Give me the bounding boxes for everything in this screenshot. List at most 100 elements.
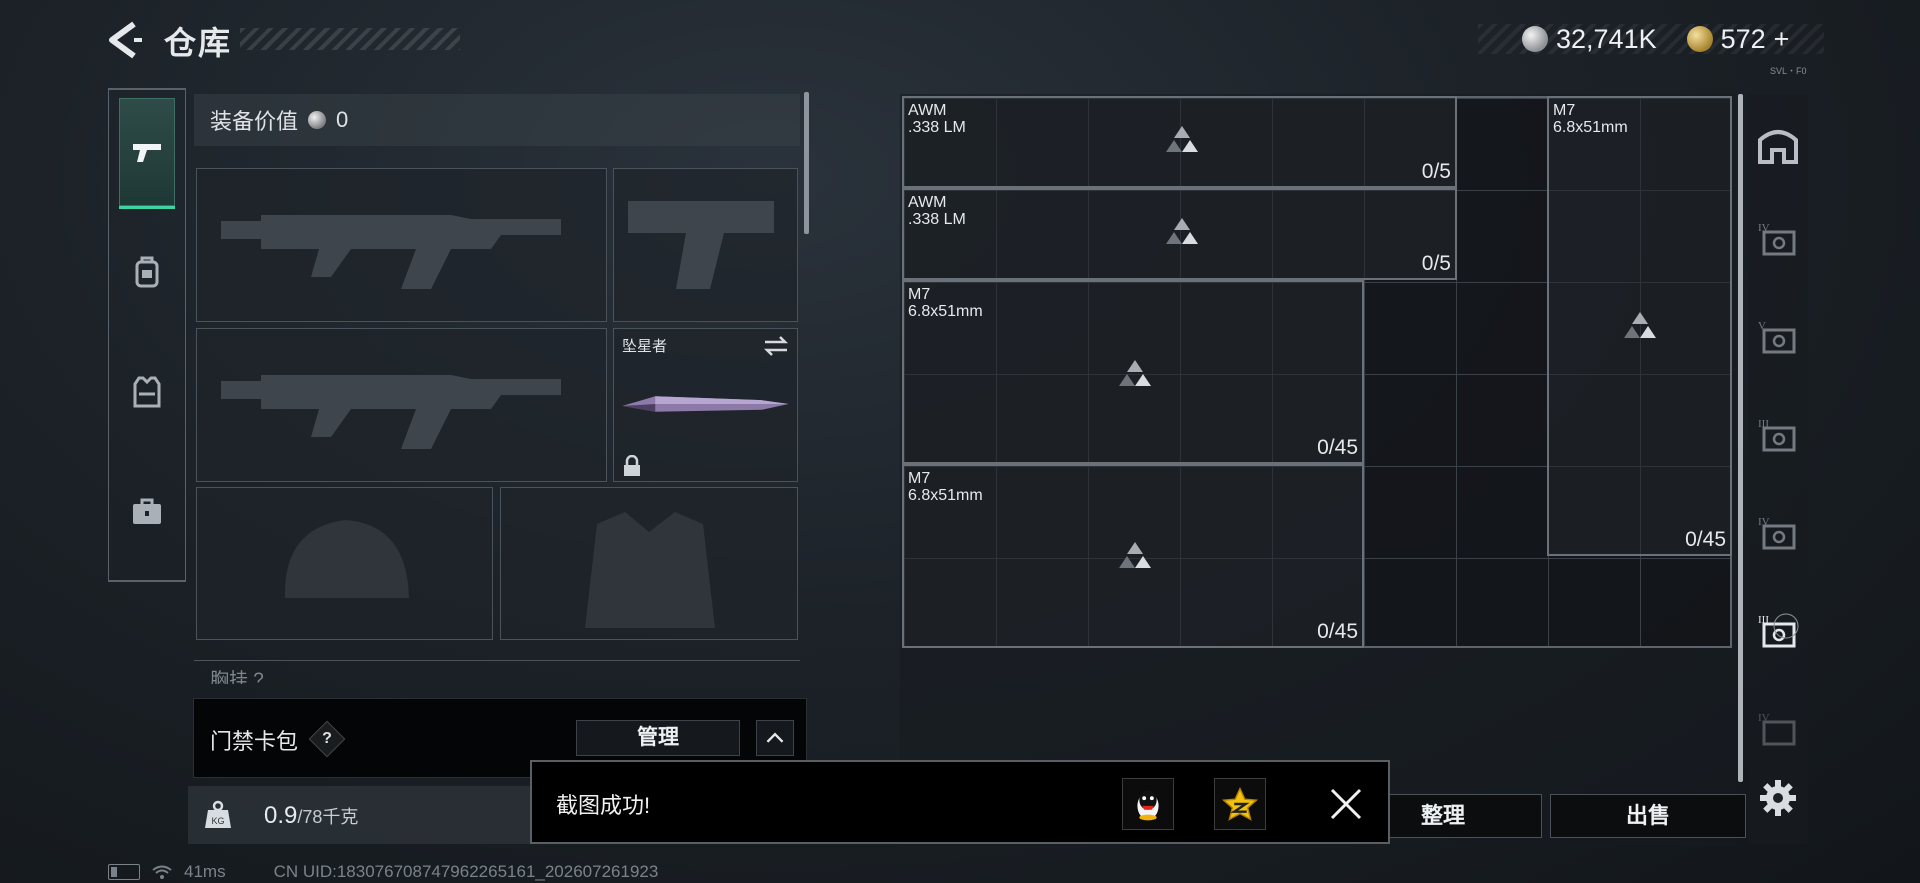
qq-penguin-icon [1137, 790, 1159, 821]
armor-vest-icon [133, 376, 161, 408]
container-iii-icon: III [1758, 613, 1799, 648]
item-name: AWM .338 LM [908, 194, 966, 228]
item-name: M7 6.8x51mm [908, 286, 983, 320]
secondary-weapon-slot[interactable] [196, 328, 607, 482]
storage-item[interactable]: M7 6.8x51mm 0/45 [902, 464, 1364, 648]
share-qzone-button[interactable] [1214, 778, 1266, 830]
storage-scrollbar[interactable] [1738, 94, 1743, 782]
item-count: 0/5 [1421, 252, 1451, 275]
battery-icon [108, 864, 140, 880]
uid-text: CN UID:18307670874796226516​1_2026072619… [273, 862, 659, 881]
rarity-triangle-icon [1119, 360, 1151, 386]
rifle-silhouette-icon [221, 215, 561, 289]
page-title: 仓库 [164, 25, 233, 61]
primary-weapon-slot[interactable] [196, 168, 607, 322]
nav-divider [109, 88, 185, 90]
nav-item-backpack[interactable] [119, 218, 175, 326]
rarity-triangle-icon [1624, 312, 1656, 338]
rail-item-case-iv-3[interactable]: IV [1756, 708, 1800, 752]
weight-readout: 0.9/78千克 [264, 802, 358, 830]
item-name: M7 6.8x51mm [908, 470, 983, 504]
item-count: 0/5 [1421, 160, 1451, 183]
pistol-silhouette-icon [628, 201, 774, 289]
container-iii-icon: III [1758, 418, 1796, 452]
gold-add-button[interactable]: + [1774, 24, 1790, 55]
briefcase-icon [133, 498, 161, 524]
rail-item-home[interactable] [1756, 122, 1800, 166]
toast-message: 截图成功! [556, 793, 651, 818]
equipment-value: 0 [336, 107, 349, 132]
nav-item-case[interactable] [119, 458, 175, 566]
close-icon[interactable] [1322, 780, 1370, 828]
melee-name: 坠星者 [622, 338, 668, 355]
chevron-up-icon [766, 732, 784, 743]
knife-icon [622, 396, 789, 412]
rail-item-case-iii[interactable]: III [1756, 414, 1800, 458]
vest-silhouette-icon [585, 512, 715, 628]
share-qq-button[interactable] [1122, 778, 1174, 830]
card-pack-label: 门禁卡包 [210, 729, 299, 754]
title-decoration [240, 28, 460, 50]
helmet-slot[interactable] [196, 487, 493, 640]
wifi-icon [152, 865, 172, 879]
settings-gear-icon[interactable] [1758, 778, 1798, 818]
help-icon: ? [322, 730, 332, 747]
ping-text: 41ms [184, 862, 226, 881]
item-count: 0/45 [1317, 620, 1358, 643]
backpack-icon [135, 256, 159, 288]
container-iv-icon: IV [1758, 516, 1796, 550]
rifle-silhouette-icon [221, 375, 561, 449]
storage-item[interactable]: M7 6.8x51mm 0/45 [902, 280, 1364, 464]
pistol-icon [133, 144, 161, 162]
svg-text:KG: KG [211, 816, 224, 826]
nav-divider [109, 580, 185, 582]
container-v-icon: V [1758, 320, 1796, 354]
rail-item-case-iv[interactable]: IV [1756, 218, 1800, 262]
silver-coin-icon [308, 111, 327, 129]
gold-coin-icon [1686, 26, 1713, 52]
item-count: 0/45 [1685, 528, 1726, 551]
status-bar: 41ms CN UID:18307670874796226516​1_20260… [108, 862, 658, 882]
rarity-triangle-icon [1166, 126, 1198, 152]
lock-icon [624, 455, 640, 476]
loadout-scrollbar[interactable] [804, 92, 809, 234]
container-iv-icon: IV [1758, 222, 1796, 256]
container-iv-icon: IV [1758, 712, 1796, 746]
weight-max: /78千克 [297, 807, 359, 827]
helmet-silhouette-icon [284, 520, 409, 598]
back-button[interactable] [104, 18, 150, 62]
gold-amount: 572 [1720, 23, 1766, 54]
storage-item[interactable]: AWM .338 LM 0/5 [902, 188, 1457, 280]
swap-icon[interactable] [763, 335, 789, 357]
equipment-value-label: 装备价值 [210, 109, 299, 134]
item-name: AWM .338 LM [908, 102, 966, 136]
chest-rig-label: 胸挂 ? [194, 660, 800, 684]
weight-current: 0.9 [264, 802, 298, 829]
manage-button[interactable]: 管理 [576, 720, 740, 756]
body-armor-slot[interactable] [500, 487, 798, 640]
storage-item[interactable]: M7 6.8x51mm 0/45 [1547, 96, 1732, 556]
qzone-star-icon [1221, 786, 1259, 821]
nav-item-weapons[interactable] [119, 98, 175, 209]
small-tag: SVL・F0 [1770, 66, 1807, 76]
rail-item-case-iv-2[interactable]: IV [1756, 512, 1800, 556]
rail-item-case-iii-active[interactable]: III [1756, 610, 1800, 654]
sell-button[interactable]: 出售 [1550, 794, 1746, 838]
nav-item-armor[interactable] [119, 338, 175, 446]
rarity-triangle-icon [1119, 542, 1151, 568]
rail-item-case-v[interactable]: V [1756, 316, 1800, 360]
silver-coin-icon [1522, 26, 1548, 52]
back-arrow-icon [109, 21, 142, 59]
equipment-value-row: 装备价值 0 [194, 94, 800, 146]
collapse-button[interactable] [756, 720, 794, 756]
item-count: 0/45 [1317, 436, 1358, 459]
item-name: M7 6.8x51mm [1553, 102, 1628, 136]
melee-slot[interactable]: 坠星者 [613, 328, 798, 482]
storage-item[interactable]: AWM .338 LM 0/5 [902, 96, 1457, 188]
left-nav [108, 88, 186, 582]
rarity-triangle-icon [1166, 218, 1198, 244]
warehouse-icon [1758, 130, 1798, 164]
weight-bar [188, 786, 538, 844]
silver-amount: 32,741K [1556, 23, 1657, 54]
pistol-slot[interactable] [613, 168, 798, 322]
